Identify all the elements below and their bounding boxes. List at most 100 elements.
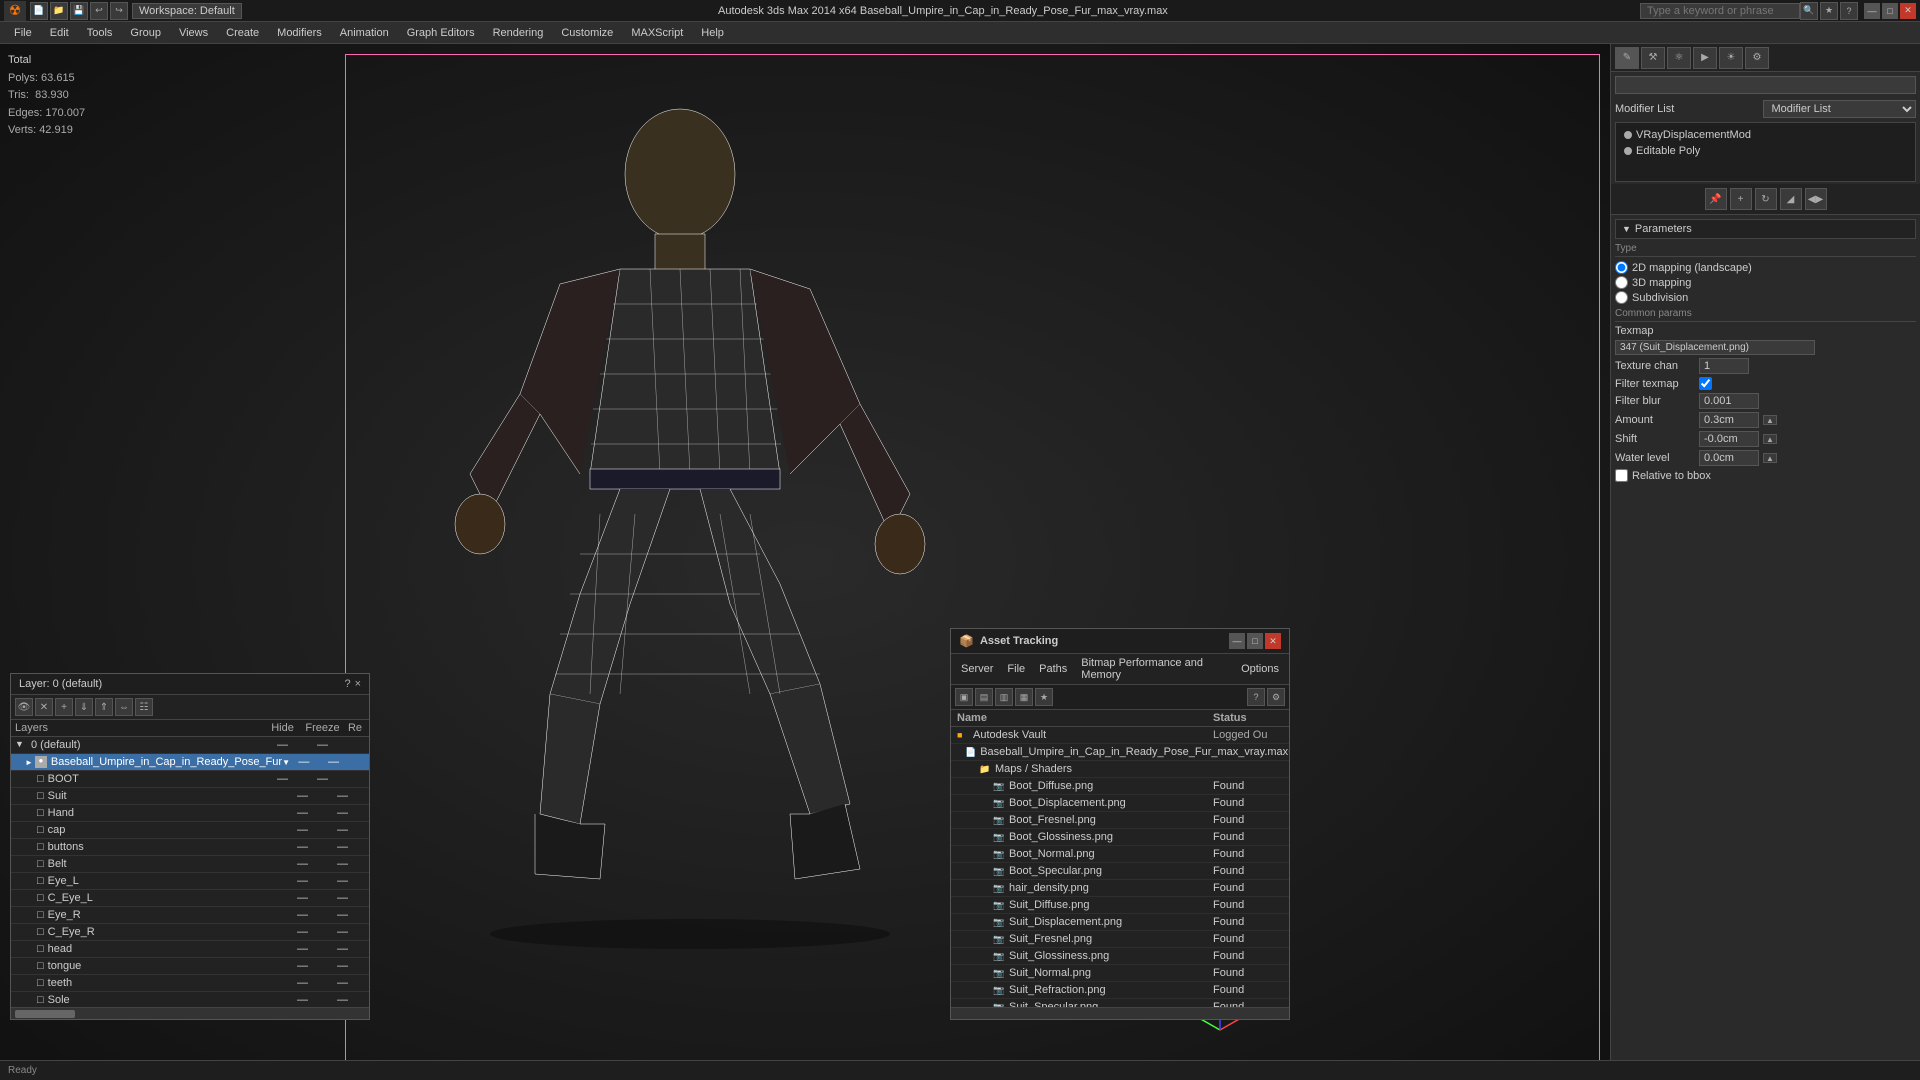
layer-tb-icon6[interactable]: ⇔ xyxy=(115,698,133,716)
asset-tb-1[interactable]: ▣ xyxy=(955,688,973,706)
tool-pin-icon[interactable]: 📌 xyxy=(1705,188,1727,210)
asset-item-mainfile[interactable]: 📄 Baseball_Umpire_in_Cap_in_Ready_Pose_F… xyxy=(951,744,1289,761)
asset-tb-2[interactable]: ▤ xyxy=(975,688,993,706)
layer-item-tongue[interactable]: □ tongue — — xyxy=(11,958,369,975)
asset-item-suit-specular[interactable]: 📷 Suit_Specular.png Found xyxy=(951,999,1289,1007)
asset-item-suit-refraction[interactable]: 📷 Suit_Refraction.png Found xyxy=(951,982,1289,999)
layer-item-sole[interactable]: □ Sole — — xyxy=(11,992,369,1007)
layer-item-teeth[interactable]: □ teeth — — xyxy=(11,975,369,992)
asset-item-vault[interactable]: ■ Autodesk Vault Logged Ou xyxy=(951,727,1289,744)
texmap-input[interactable] xyxy=(1615,340,1815,355)
rpanel-tab-motion[interactable]: ▶ xyxy=(1693,47,1717,69)
asset-item-boot-diffuse[interactable]: 📷 Boot_Diffuse.png Found xyxy=(951,778,1289,795)
mod-item-vray[interactable]: VRayDisplacementMod xyxy=(1620,127,1911,143)
menu-views[interactable]: Views xyxy=(171,25,216,41)
menu-edit[interactable]: Edit xyxy=(42,25,77,41)
menu-animation[interactable]: Animation xyxy=(332,25,397,41)
layer-tb-icon3[interactable]: + xyxy=(55,698,73,716)
asset-item-suit-diffuse[interactable]: 📷 Suit_Diffuse.png Found xyxy=(951,897,1289,914)
relative-bbox-checkbox[interactable] xyxy=(1615,469,1628,482)
bookmark-icon[interactable]: ★ xyxy=(1820,2,1838,20)
object-name-input[interactable]: Suit xyxy=(1615,76,1916,94)
layer-close-button[interactable]: × xyxy=(355,678,361,690)
tool-rotate-icon[interactable]: ↻ xyxy=(1755,188,1777,210)
radio-3d-mapping[interactable]: 3D mapping xyxy=(1615,276,1916,289)
modifier-dropdown[interactable]: Modifier List xyxy=(1763,100,1917,118)
rpanel-tab-create[interactable]: ✎ xyxy=(1615,47,1639,69)
layer-item-c-eye-l[interactable]: □ C_Eye_L — — xyxy=(11,890,369,907)
layer-item-head[interactable]: □ head — — xyxy=(11,941,369,958)
layer-tb-icon5[interactable]: ⇑ xyxy=(95,698,113,716)
layer-item[interactable]: ▼ 0 (default) — — xyxy=(11,737,369,754)
asset-item-boot-specular[interactable]: 📷 Boot_Specular.png Found xyxy=(951,863,1289,880)
layer-item-cap[interactable]: □ cap — — xyxy=(11,822,369,839)
rpanel-tab-modify[interactable]: ⚒ xyxy=(1641,47,1665,69)
layer-tb-icon4[interactable]: ⇓ xyxy=(75,698,93,716)
asset-maximize-button[interactable]: □ xyxy=(1247,633,1263,649)
asset-item-suit-displacement[interactable]: 📷 Suit_Displacement.png Found xyxy=(951,914,1289,931)
layer-help-button[interactable]: ? xyxy=(344,678,350,690)
texture-chan-input[interactable] xyxy=(1699,358,1749,374)
layer-item-boot[interactable]: □ BOOT — — xyxy=(11,771,369,788)
menu-file[interactable]: File xyxy=(6,25,40,41)
asset-item-boot-fresnel[interactable]: 📷 Boot_Fresnel.png Found xyxy=(951,812,1289,829)
layer-tb-icon1[interactable]: 👁 xyxy=(15,698,33,716)
asset-tb-5[interactable]: ★ xyxy=(1035,688,1053,706)
radio-3d-input[interactable] xyxy=(1615,276,1628,289)
asset-menu-paths[interactable]: Paths xyxy=(1033,662,1073,676)
filter-texmap-checkbox[interactable] xyxy=(1699,377,1712,390)
asset-item-boot-normal[interactable]: 📷 Boot_Normal.png Found xyxy=(951,846,1289,863)
layer-item-hand[interactable]: □ Hand — — xyxy=(11,805,369,822)
menu-maxscript[interactable]: MAXScript xyxy=(623,25,691,41)
help-icon[interactable]: ? xyxy=(1840,2,1858,20)
water-level-spinner[interactable]: ▲ xyxy=(1763,453,1777,463)
layer-item-belt[interactable]: □ Belt — — xyxy=(11,856,369,873)
asset-item-maps-folder[interactable]: 📁 Maps / Shaders xyxy=(951,761,1289,778)
shift-input[interactable] xyxy=(1699,431,1759,447)
radio-2d-input[interactable] xyxy=(1615,261,1628,274)
undo-icon[interactable]: ↩ xyxy=(90,2,108,20)
layer-item-c-eye-r[interactable]: □ C_Eye_R — — xyxy=(11,924,369,941)
search-input[interactable] xyxy=(1640,3,1800,19)
tool-scale-icon[interactable]: ◢ xyxy=(1780,188,1802,210)
asset-menu-bitmap[interactable]: Bitmap Performance and Memory xyxy=(1075,656,1233,682)
layer-tb-icon2[interactable]: ✕ xyxy=(35,698,53,716)
asset-menu-options[interactable]: Options xyxy=(1235,662,1285,676)
menu-modifiers[interactable]: Modifiers xyxy=(269,25,330,41)
parameters-header[interactable]: ▼ Parameters xyxy=(1615,219,1916,239)
asset-item-boot-glossiness[interactable]: 📷 Boot_Glossiness.png Found xyxy=(951,829,1289,846)
layer-scrollbar-thumb[interactable] xyxy=(15,1010,75,1018)
rpanel-tab-hierarchy[interactable]: ⚛ xyxy=(1667,47,1691,69)
radio-subdivision-input[interactable] xyxy=(1615,291,1628,304)
layer-item-buttons[interactable]: □ buttons — — xyxy=(11,839,369,856)
asset-menu-server[interactable]: Server xyxy=(955,662,999,676)
menu-tools[interactable]: Tools xyxy=(79,25,121,41)
asset-item-suit-glossiness[interactable]: 📷 Suit_Glossiness.png Found xyxy=(951,948,1289,965)
water-level-input[interactable] xyxy=(1699,450,1759,466)
asset-tb-settings[interactable]: ⚙ xyxy=(1267,688,1285,706)
menu-customize[interactable]: Customize xyxy=(553,25,621,41)
rpanel-tab-display[interactable]: ☀ xyxy=(1719,47,1743,69)
workspace-label[interactable]: Workspace: Default xyxy=(132,3,242,19)
open-icon[interactable]: 📁 xyxy=(50,2,68,20)
new-icon[interactable]: 📄 xyxy=(30,2,48,20)
layer-item-selected[interactable]: ► ● Baseball_Umpire_in_Cap_in_Ready_Pose… xyxy=(11,754,369,771)
redo-icon[interactable]: ↪ xyxy=(110,2,128,20)
tool-move-icon[interactable]: + xyxy=(1730,188,1752,210)
maximize-button[interactable]: □ xyxy=(1882,3,1898,19)
asset-tb-4[interactable]: ▦ xyxy=(1015,688,1033,706)
amount-input[interactable] xyxy=(1699,412,1759,428)
minimize-button[interactable]: — xyxy=(1864,3,1880,19)
asset-tb-help[interactable]: ? xyxy=(1247,688,1265,706)
asset-tb-3[interactable]: ▥ xyxy=(995,688,1013,706)
layer-tb-icon7[interactable]: ☷ xyxy=(135,698,153,716)
asset-item-suit-fresnel[interactable]: 📷 Suit_Fresnel.png Found xyxy=(951,931,1289,948)
asset-scrollbar-h[interactable] xyxy=(951,1007,1289,1019)
asset-close-button[interactable]: ✕ xyxy=(1265,633,1281,649)
filter-blur-input[interactable] xyxy=(1699,393,1759,409)
asset-menu-file[interactable]: File xyxy=(1001,662,1031,676)
layer-item-eye-r[interactable]: □ Eye_R — — xyxy=(11,907,369,924)
radio-subdivision[interactable]: Subdivision xyxy=(1615,291,1916,304)
close-button[interactable]: ✕ xyxy=(1900,3,1916,19)
layer-scrollbar[interactable] xyxy=(11,1007,369,1019)
